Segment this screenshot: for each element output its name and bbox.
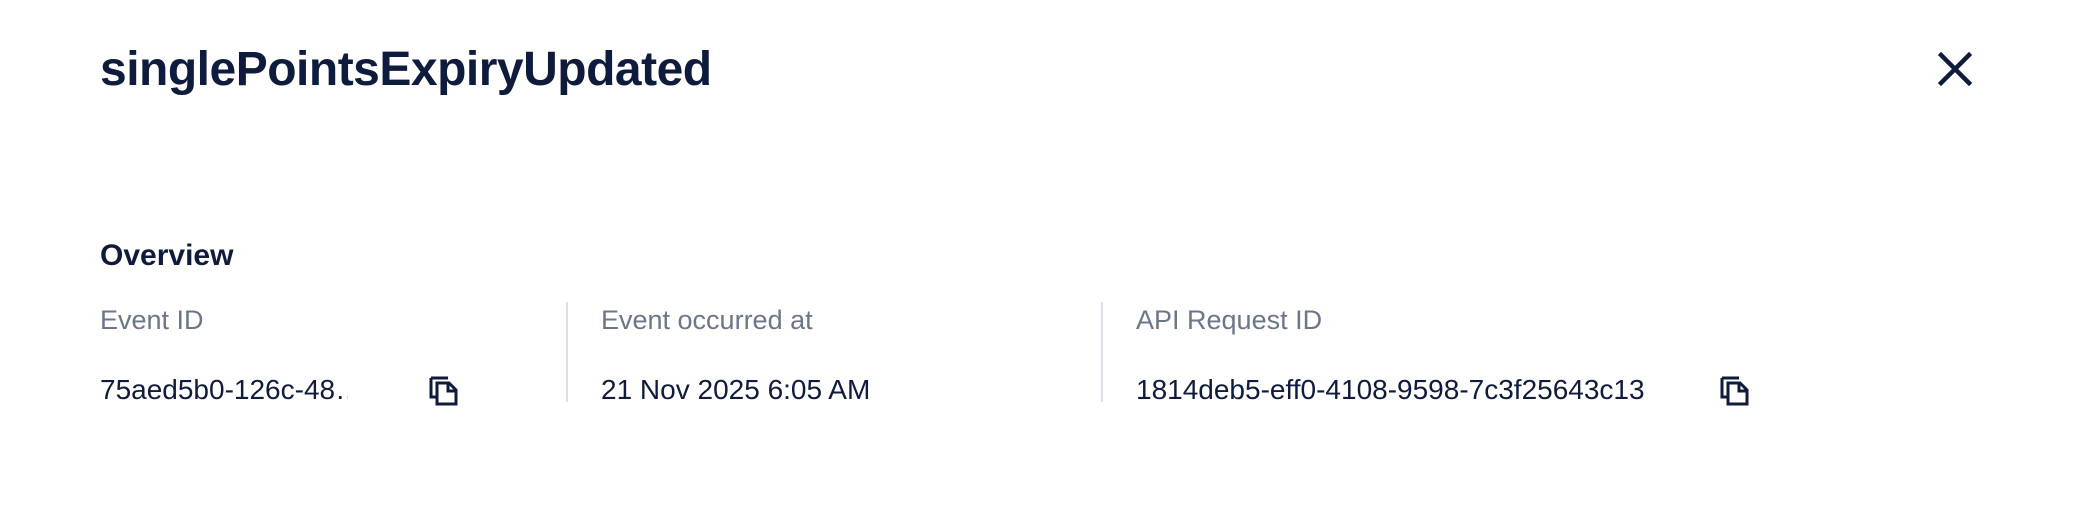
overview-heading: Overview <box>100 239 234 272</box>
event-occurred-value: 21 Nov 2025 6:05 AM <box>601 374 871 405</box>
api-request-id-label: API Request ID <box>1136 305 1323 335</box>
event-detail-panel: singlePointsExpiryUpdated Overview Event… <box>0 0 2096 518</box>
api-request-id-value: 1814deb5-eff0-4108-9598-7c3f25643c13 <box>1136 374 1645 405</box>
copy-api-request-id-button[interactable] <box>1717 372 1753 408</box>
event-id-label: Event ID <box>100 305 204 335</box>
event-occurred-field: Event occurred at 21 Nov 2025 6:05 AM <box>566 302 1101 405</box>
api-request-id-field: API Request ID 1814deb5-eff0-4108-9598-7… <box>1101 302 1836 406</box>
event-id-value-row: 75aed5b0-126c-48… <box>100 372 462 408</box>
event-id-field: Event ID 75aed5b0-126c-48… <box>100 302 566 406</box>
event-occurred-value-row: 21 Nov 2025 6:05 AM <box>601 372 870 408</box>
copy-icon <box>429 376 458 406</box>
page-title: singlePointsExpiryUpdated <box>100 43 712 96</box>
copy-event-id-button[interactable] <box>426 372 462 408</box>
overview-fields: Event ID 75aed5b0-126c-48… Event occurre… <box>100 302 1836 406</box>
close-button[interactable] <box>1930 44 1980 94</box>
event-occurred-label: Event occurred at <box>601 305 813 335</box>
copy-icon <box>1720 376 1749 406</box>
close-icon <box>1938 52 1972 86</box>
api-request-id-value-row: 1814deb5-eff0-4108-9598-7c3f25643c13 <box>1136 372 1753 408</box>
event-id-value: 75aed5b0-126c-48… <box>100 374 348 405</box>
